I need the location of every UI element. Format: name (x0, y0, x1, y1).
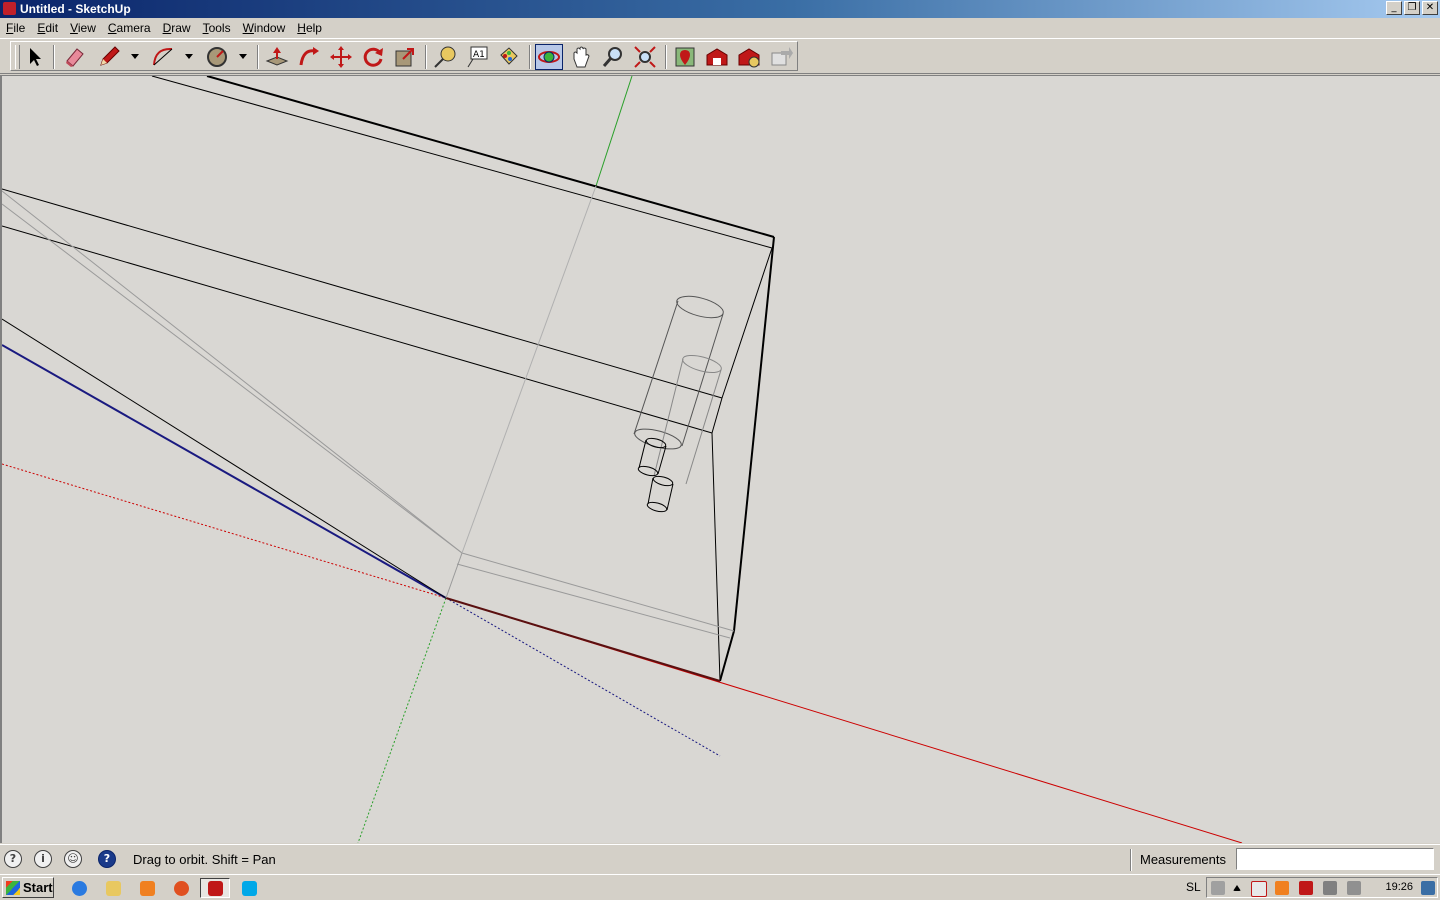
firefox-icon[interactable] (170, 878, 192, 898)
getting-started-toolbar: A1 (0, 38, 1440, 74)
sketchup-icon[interactable] (200, 878, 230, 898)
status-hint: Drag to orbit. Shift = Pan (133, 852, 276, 867)
window-title: Untitled - SketchUp (20, 2, 131, 16)
language-indicator[interactable]: SL (1186, 880, 1201, 894)
toolbar-separator (529, 45, 531, 69)
toolbar-grip[interactable] (15, 45, 20, 69)
move-tool-icon[interactable] (327, 44, 355, 70)
model-canvas[interactable] (2, 76, 1440, 843)
skype-icon[interactable] (238, 878, 260, 898)
paint-bucket-tool-icon[interactable] (495, 44, 523, 70)
toolbar-separator (53, 45, 55, 69)
action-center-icon[interactable] (1251, 881, 1267, 897)
geo-location-icon[interactable]: ? (4, 850, 22, 868)
media-player-icon[interactable] (136, 878, 158, 898)
internet-explorer-icon[interactable] (68, 878, 90, 898)
zoom-extents-tool-icon[interactable] (631, 44, 659, 70)
toolbar-separator (665, 45, 667, 69)
svg-text:A1: A1 (473, 50, 485, 60)
volume-icon[interactable] (1347, 881, 1361, 895)
green-axis-solid (595, 76, 633, 187)
blue-axis-solid (2, 344, 447, 599)
start-button[interactable]: Start (2, 877, 54, 898)
add-location-icon[interactable] (671, 44, 699, 70)
status-bar: ? i ☺ ? Drag to orbit. Shift = Pan Measu… (0, 844, 1440, 874)
minimize-button[interactable]: _ (1386, 1, 1402, 15)
select-tool-icon[interactable] (21, 44, 49, 70)
extension-warehouse-icon[interactable] (735, 44, 763, 70)
measurements-separator (1130, 849, 1132, 871)
menu-camera[interactable]: Camera (102, 18, 157, 38)
drawing-area[interactable] (0, 75, 1440, 843)
text-tool-icon[interactable]: A1 (463, 44, 491, 70)
scale-tool-icon[interactable] (391, 44, 419, 70)
menu-bar: File Edit View Camera Draw Tools Window … (0, 18, 1440, 38)
title-bar: Untitled - SketchUp _ ❐ ✕ (0, 0, 1440, 18)
security-icon[interactable] (1299, 881, 1313, 895)
blue-axis-dotted (445, 597, 721, 757)
orbit-tool-icon[interactable] (535, 44, 563, 70)
arc-tool-icon[interactable] (149, 44, 177, 70)
share-model-icon[interactable] (767, 44, 795, 70)
menu-help[interactable]: Help (291, 18, 328, 38)
credits-icon[interactable]: i (34, 850, 52, 868)
green-axis-dotted (357, 597, 447, 843)
user-account-icon[interactable]: ☺ (64, 850, 82, 868)
windows-logo-icon (6, 880, 20, 895)
measurements-label: Measurements (1140, 852, 1226, 867)
restore-button[interactable]: ❐ (1404, 1, 1420, 15)
warehouse-icon[interactable] (703, 44, 731, 70)
toolbar-separator (257, 45, 259, 69)
system-tray: 19:26 (1206, 877, 1438, 898)
menu-file[interactable]: File (0, 18, 31, 38)
menu-draw[interactable]: Draw (157, 18, 197, 38)
tape-measure-tool-icon[interactable] (431, 44, 459, 70)
measurements-input[interactable] (1236, 848, 1434, 870)
pan-tool-icon[interactable] (567, 44, 595, 70)
arc-dropdown-arrow[interactable] (185, 54, 193, 59)
toolbar-separator (425, 45, 427, 69)
toolbar-strip: A1 (10, 41, 798, 71)
circle-tool-icon[interactable] (203, 44, 231, 70)
menu-edit[interactable]: Edit (31, 18, 64, 38)
sketchup-app-icon[interactable] (3, 2, 16, 15)
close-button[interactable]: ✕ (1422, 1, 1438, 15)
menu-window[interactable]: Window (237, 18, 292, 38)
avast-icon[interactable] (1275, 881, 1289, 895)
menu-tools[interactable]: Tools (197, 18, 237, 38)
pencil-tool-icon[interactable] (95, 44, 123, 70)
start-label: Start (23, 880, 53, 895)
zoom-tool-icon[interactable] (599, 44, 627, 70)
shapes-dropdown-arrow[interactable] (239, 54, 247, 59)
file-explorer-icon[interactable] (102, 878, 124, 898)
line-dropdown-arrow[interactable] (131, 54, 139, 59)
red-axis-dotted (2, 463, 447, 599)
instructor-help-icon[interactable]: ? (98, 850, 116, 868)
keyboard-icon[interactable] (1211, 881, 1225, 895)
menu-view[interactable]: View (64, 18, 102, 38)
rotate-tool-icon[interactable] (359, 44, 387, 70)
windows-taskbar: Start SL 19:26 (0, 874, 1440, 900)
follow-me-tool-icon[interactable] (295, 44, 323, 70)
network-icon[interactable] (1323, 881, 1337, 895)
push-pull-tool-icon[interactable] (263, 44, 291, 70)
show-hidden-icons-icon[interactable] (1233, 885, 1241, 891)
clock[interactable]: 19:26 (1385, 881, 1413, 893)
eraser-tool-icon[interactable] (61, 44, 89, 70)
show-desktop-icon[interactable] (1421, 881, 1435, 895)
